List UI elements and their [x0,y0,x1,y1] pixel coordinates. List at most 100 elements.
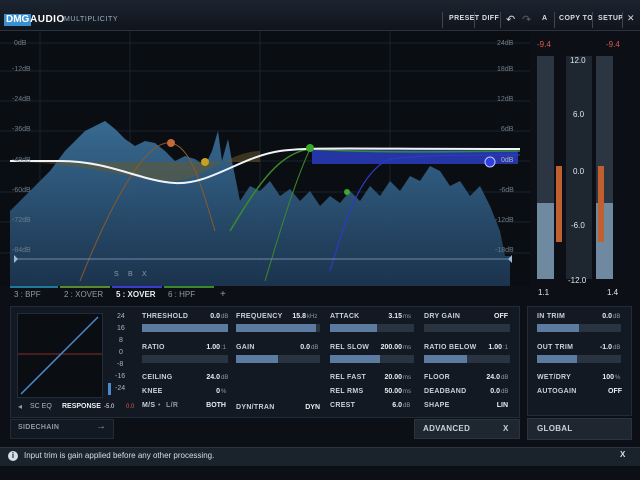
copy-to-button[interactable]: COPY TO [559,15,593,22]
right-meter-value: 1.4 [607,288,619,297]
out-trim-slider[interactable] [537,355,621,363]
arrow-right-icon: → [96,421,106,432]
speaker-icon[interactable]: ◂ [18,402,22,411]
deadband-label: DEADBAND [424,388,467,395]
eq-graph[interactable]: 0dB -12dB -24dB -36dB -48dB -60dB -72dB … [0,31,530,286]
crest-value[interactable]: 6.0 [372,402,402,409]
out-trim-label: OUT TRIM [537,344,574,351]
db-label-left-6: -72dB [12,217,31,224]
db-label-right-7: -18dB [495,247,514,254]
autogain-value[interactable]: OFF [592,388,622,395]
response-label[interactable]: RESPONSE [62,403,101,410]
deadband-value[interactable]: 0.0 [470,388,500,395]
separator-dot: • [158,402,161,409]
dry-gain-label: DRY GAIN [424,313,461,320]
dry-gain-value[interactable]: OFF [478,313,508,320]
tab-band-5[interactable]: 5 : XOVER [112,288,162,302]
right-gr-bar [598,166,604,242]
floor-value[interactable]: 24.0 [470,374,500,381]
knee-label: KNEE [142,388,163,395]
threshold-value[interactable]: 0.0 [190,313,220,320]
ceiling-value[interactable]: 24.0 [190,374,220,381]
db-label-right-4: 0dB [501,157,514,164]
sc-eq-label[interactable]: SC EQ [30,403,52,410]
dyntran-value[interactable]: DYN [290,404,320,411]
frequency-label: FREQUENCY [236,313,283,320]
threshold-slider[interactable] [142,324,228,332]
wet-dry-value[interactable]: 100 [584,374,614,381]
out-trim-value[interactable]: -1.0 [582,344,612,351]
band-node-green-2[interactable] [344,189,350,195]
attack-value[interactable]: 3.15 [374,313,402,320]
left-level-meter [537,56,554,279]
redo-icon[interactable]: ↷ [522,13,531,26]
rel-slow-slider[interactable] [330,355,414,363]
wet-dry-label: WET/DRY [537,374,572,381]
ceiling-label: CEILING [142,374,173,381]
frequency-slider[interactable] [236,324,320,332]
left-gr-bar [556,166,562,242]
response-scale-4: -8 [117,361,124,368]
tab-band-2[interactable]: 2 : XOVER [60,288,110,302]
band-node-green[interactable] [306,144,314,152]
db-label-left-3: -36dB [12,126,31,133]
out-trim-unit: dB [613,345,621,351]
setup-button[interactable]: SETUP [598,15,623,22]
ms-label: M/S [142,402,156,409]
db-label-left-1: -12dB [12,66,31,73]
in-trim-label: IN TRIM [537,313,566,320]
solo-button[interactable]: S [114,271,119,278]
scale-label-4: -12.0 [568,276,587,285]
band-node-blue[interactable] [484,156,496,168]
rel-rms-unit: ms [403,389,411,395]
attack-label: ATTACK [330,313,360,320]
divider [592,12,593,28]
dyntran-label: DYN/TRAN [236,404,275,411]
rel-rms-value[interactable]: 50.00 [372,388,402,395]
ratio-slider[interactable] [142,355,228,363]
advanced-close-button[interactable]: X [503,424,509,433]
ratio-label: RATIO [142,344,165,351]
right-peak-readout: -9.4 [606,40,620,49]
shape-value[interactable]: LIN [478,402,508,409]
frequency-value[interactable]: 15.8 [282,313,306,320]
db-label-right-1: 18dB [497,66,514,73]
ratio-below-slider[interactable] [424,355,510,363]
divider [500,12,501,28]
tab-band-6[interactable]: 6 : HPF [164,288,214,302]
gain-slider[interactable] [236,355,320,363]
ms-value[interactable]: BOTH [196,402,226,409]
band-node-yellow[interactable] [201,158,209,166]
response-scale-1: 16 [117,325,125,332]
gain-value[interactable]: 0.0 [280,344,310,351]
advanced-label: ADVANCED [423,424,471,433]
rel-slow-value[interactable]: 200.00 [372,344,402,351]
ratio-unit: :1 [221,345,227,351]
delete-band-button[interactable]: X [142,271,147,278]
response-value-right: 0.0 [126,404,135,410]
ab-button[interactable]: A [542,15,547,22]
status-close-button[interactable]: X [620,450,625,459]
bypass-button[interactable]: B [128,271,133,278]
ratio-value[interactable]: 1.00 [190,344,220,351]
in-trim-slider[interactable] [537,324,621,332]
diff-button[interactable]: DIFF [482,15,499,22]
spectrum-display[interactable] [0,31,530,286]
add-tab-button[interactable]: + [216,288,232,302]
rel-fast-value[interactable]: 20.00 [372,374,402,381]
tab-band-3[interactable]: 3 : BPF [10,288,58,302]
floor-label: FLOOR [424,374,450,381]
db-label-left-2: -24dB [12,96,31,103]
band-node-orange[interactable] [167,139,175,147]
ratio-below-value[interactable]: 1.00 [472,344,502,351]
in-trim-value[interactable]: 0.0 [582,313,612,320]
knee-value[interactable]: 0 [190,388,220,395]
undo-icon[interactable]: ↶ [506,13,515,26]
response-scale-3: 0 [119,349,123,356]
dry-gain-slider[interactable] [424,324,510,332]
divider [442,12,443,28]
close-icon[interactable]: ✕ [627,13,635,24]
response-scale-2: 8 [119,337,123,344]
attack-slider[interactable] [330,324,414,332]
divider [474,12,475,28]
